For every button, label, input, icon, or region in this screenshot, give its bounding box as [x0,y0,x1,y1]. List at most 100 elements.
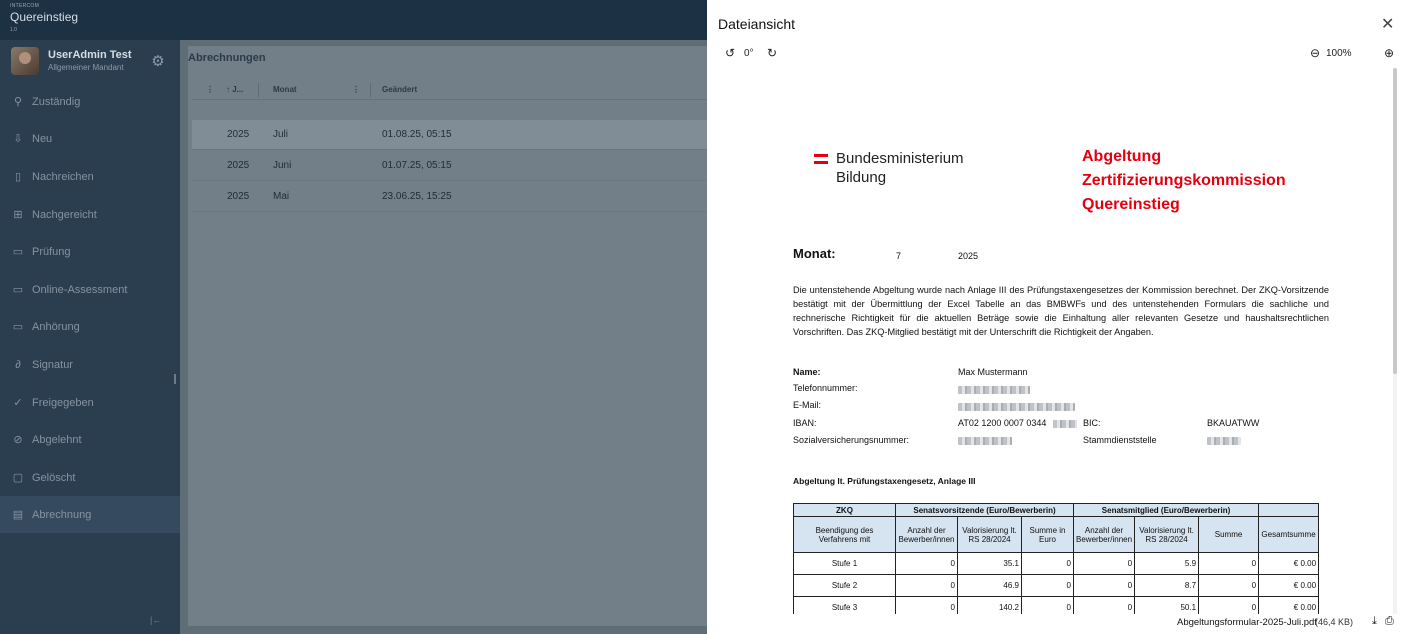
sidebar-item-zustaendig[interactable]: ⚲ Zuständig [0,83,180,120]
name-value: Max Mustermann [958,367,1028,377]
sidebar-item-pruefung[interactable]: ▭ Prüfung [0,233,180,270]
table-cell: 0 [1021,596,1074,614]
user-box: UserAdmin Test Allgemeiner Mandant ⚙ [0,40,180,82]
table-cell: 0 [1198,574,1260,597]
zoom-value: 100% [1326,48,1352,59]
table-sub-header: Gesamtsumme [1258,516,1320,553]
zoom-in-icon[interactable]: ⊕ [1384,46,1394,60]
cell-changed: 23.06.25, 15:25 [382,191,452,202]
sidebar-item-label: Signatur [32,358,73,371]
sidebar-item-label: Nachreichen [32,170,94,183]
cell-month: Juni [273,160,292,171]
file-viewer-dialog: Dateiansicht ✕ ↺ 0° ↻ ⊖ 100% ⊕ Bundesmin… [707,0,1410,634]
table-sub-header: Beendigung des Verfahrens mit [793,516,896,553]
table-title: Abgeltung lt. Prüfungstaxengesetz, Anlag… [793,476,976,486]
table-group-header [1258,503,1320,517]
grid-title: Abrechnungen [188,52,266,64]
rotate-left-icon[interactable]: ↺ [725,46,735,60]
cell-changed: 01.07.25, 05:15 [382,160,452,171]
print-icon[interactable]: ⎙ [1385,615,1394,628]
table-row[interactable]: 2025 Juli 01.08.25, 05:15 [192,120,712,150]
sidebar-resize-handle[interactable] [174,374,176,384]
column-menu-icon[interactable]: ⋮ [206,85,214,94]
sidebar-item-online-assessment[interactable]: ▭ Online-Assessment [0,271,180,308]
sidebar-item-abgelehnt[interactable]: ⊘ Abgelehnt [0,421,180,458]
table-sub-header: Summe in Euro [1021,516,1074,553]
sidebar-item-freigegeben[interactable]: ✓ Freigegeben [0,384,180,421]
sidebar-item-neu[interactable]: ⇩ Neu [0,120,180,157]
document-icon: ▯ [14,171,22,183]
table-row[interactable]: 2025 Juni 01.07.25, 05:15 [192,151,712,181]
compensation-table: ZKQ Senatsvorsitzende (Euro/Bewerberin) … [793,503,1320,614]
grid-header: ⋮ ↑ J... Monat ⋮ Geändert [192,80,712,100]
table-row: Stufe 2 0 46.9 0 0 8.7 0 € 0.00 [793,574,1320,597]
table-row: Stufe 1 0 35.1 0 0 5.9 0 € 0.00 [793,552,1320,575]
cell-changed: 01.08.25, 05:15 [382,129,452,140]
table-cell: € 0.00 [1258,552,1320,575]
column-separator[interactable] [370,83,371,97]
zoom-out-icon[interactable]: ⊖ [1310,46,1320,60]
table-cell: € 0.00 [1258,574,1320,597]
signature-icon: ∂ [15,358,21,371]
gear-icon[interactable]: ⚙ [150,54,166,70]
scrollbar-thumb[interactable] [1393,68,1397,374]
sidebar-item-anhoerung[interactable]: ▭ Anhörung [0,308,180,345]
rotate-right-icon[interactable]: ↻ [767,46,777,60]
app-version: 1.0 [10,27,17,33]
sidebar-item-label: Prüfung [32,245,71,258]
table-cell: 0 [1072,596,1136,614]
sidebar-item-nachreichen[interactable]: ▯ Nachreichen [0,158,180,195]
sidebar-item-nachgereicht[interactable]: ⊞ Nachgereicht [0,196,180,233]
table-cell: 0 [1021,574,1074,597]
table-cell: 0 [895,574,958,597]
download-icon[interactable]: ⤓ [1372,615,1377,628]
app-title[interactable]: Quereinstieg [10,10,78,24]
table-cell: 0 [895,552,958,575]
table-cell: 0 [895,596,958,614]
folder-icon: ▭ [12,246,24,258]
ministry-logo [814,154,828,166]
table-cell: 0 [1198,552,1260,575]
cell-year: 2025 [227,129,250,140]
column-header-geaendert[interactable]: Geändert [382,85,417,94]
sidebar-item-signatur[interactable]: ∂ Signatur [0,346,180,383]
sidebar-item-label: Neu [32,132,53,145]
collapse-sidebar-icon[interactable]: |← [150,615,161,625]
column-header-monat[interactable]: Monat [273,85,297,94]
table-row: Stufe 3 0 140.2 0 0 50.1 0 € 0.00 [793,596,1320,614]
table-group-header: ZKQ [793,503,896,517]
inbox-download-icon: ⇩ [13,133,23,145]
intro-paragraph: Die untenstehende Abgeltung wurde nach A… [793,285,1329,337]
sidebar-item-abrechnung[interactable]: ▤ Abrechnung [0,496,180,533]
table-row[interactable]: 2025 Mai 23.06.25, 15:25 [192,182,712,212]
table-sub-header: Valorisierung lt. RS 28/2024 [957,516,1022,553]
iban-value: AT02 1200 0007 0344 [958,418,1047,428]
bic-label: BIC: [1083,418,1101,428]
column-separator[interactable] [258,83,259,97]
cell-year: 2025 [227,160,250,171]
table-sub-header: Summe [1198,516,1260,553]
iban-label: IBAN: [793,418,817,428]
column-menu-icon[interactable]: ⋮ [352,85,360,94]
table-cell: 0 [1021,552,1074,575]
sidebar-item-geloescht[interactable]: ▢ Gelöscht [0,459,180,496]
sidebar-item-label: Zuständig [32,95,81,108]
invoice-icon: ▤ [12,509,24,521]
logo-text-line2: Bildung [836,169,887,186]
close-icon[interactable]: ✕ [1381,14,1394,34]
column-header-jahr[interactable]: ↑ J... [226,85,243,94]
app-background: INTERCOM Quereinstieg 1.0 UserAdmin Test… [0,0,712,634]
main-content: Abrechnungen ⋮ ↑ J... Monat ⋮ Geändert 2… [180,40,712,634]
file-name: Abgeltungsformular-2025-Juli.pdf [1177,617,1317,628]
sidebar-item-label: Freigegeben [32,396,94,409]
folder-icon: ▭ [12,321,24,333]
sidebar-item-label: Nachgereicht [32,208,97,221]
table-group-header: Senatsmitglied (Euro/Bewerberin) [1072,503,1260,517]
phone-redacted [958,386,1030,394]
document-heading-line3: Quereinstieg [1082,196,1180,213]
table-cell: 50.1 [1134,596,1200,614]
table-cell: € 0.00 [1258,596,1320,614]
grid-filter-row[interactable] [192,101,712,120]
app-header: INTERCOM Quereinstieg 1.0 [0,0,707,40]
avatar[interactable] [11,47,39,75]
